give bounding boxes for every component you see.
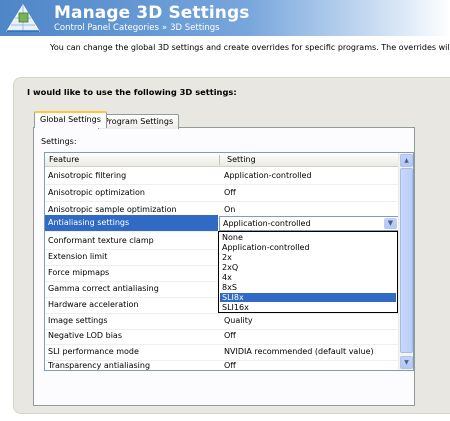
feature-cell: Conformant texture clamp: [48, 236, 154, 245]
header-banner: Manage 3D Settings Control Panel Categor…: [0, 0, 450, 36]
feature-cell: Gamma correct antialiasing: [48, 284, 159, 293]
setting-cell: Off: [224, 188, 236, 197]
setting-cell: Quality: [224, 316, 253, 325]
dropdown-option-8xs[interactable]: 8xS: [220, 283, 396, 292]
table-row[interactable]: Transparency antialiasing Off: [45, 358, 399, 370]
antialiasing-options-dropdown: None Application-controlled 2x 2xQ 4x 8x…: [218, 231, 398, 313]
dropdown-option-none[interactable]: None: [220, 233, 396, 242]
setting-cell: NVIDIA recommended (default value): [224, 347, 374, 356]
feature-cell: Anisotropic optimization: [48, 188, 145, 197]
table-row-selected[interactable]: Antialiasing settings Application-contro…: [45, 215, 399, 232]
antialiasing-setting-combobox[interactable]: Application-controlled ▼: [219, 216, 399, 231]
breadcrumb-item-categories[interactable]: Control Panel Categories: [54, 23, 159, 33]
setting-cell: Off: [224, 361, 236, 370]
tab-program-settings[interactable]: Program Settings: [98, 114, 180, 129]
table-row[interactable]: Negative LOD bias Off: [45, 328, 399, 345]
column-header-feature[interactable]: Feature: [49, 155, 79, 164]
vertical-scrollbar[interactable]: ▲ ▼: [398, 153, 413, 370]
table-row[interactable]: Anisotropic filtering Application-contro…: [45, 168, 399, 185]
tab-global-settings[interactable]: Global Settings: [34, 111, 107, 128]
breadcrumb: Control Panel Categories» 3D Settings: [54, 23, 220, 33]
dropdown-option-sli16x[interactable]: SLI16x: [220, 303, 396, 312]
table-row[interactable]: Anisotropic optimization Off: [45, 185, 399, 202]
setting-cell: Application-controlled: [224, 171, 312, 180]
feature-cell: SLI performance mode: [48, 347, 139, 356]
table-header: Feature Setting: [45, 153, 399, 167]
feature-cell: Anisotropic filtering: [48, 171, 127, 180]
column-header-setting[interactable]: Setting: [227, 155, 256, 164]
scrollbar-thumb[interactable]: [400, 168, 413, 353]
scroll-up-arrow-icon[interactable]: ▲: [400, 154, 413, 167]
setting-cell: On: [224, 205, 236, 214]
settings-label: Settings:: [41, 137, 77, 146]
dropdown-option-2xq[interactable]: 2xQ: [220, 263, 396, 272]
feature-cell: Image settings: [48, 316, 108, 325]
feature-cell: Anisotropic sample optimization: [48, 205, 177, 214]
breadcrumb-separator: »: [161, 23, 168, 33]
feature-cell: Hardware acceleration: [48, 300, 139, 309]
breadcrumb-item-3d-settings: 3D Settings: [170, 23, 220, 33]
feature-cell: Extension limit: [48, 252, 108, 261]
column-divider[interactable]: [219, 155, 220, 165]
dropdown-option-4x[interactable]: 4x: [220, 273, 396, 282]
feature-cell: Negative LOD bias: [48, 331, 122, 340]
dropdown-option-2x[interactable]: 2x: [220, 253, 396, 262]
setting-cell: Off: [224, 331, 236, 340]
scroll-down-arrow-icon[interactable]: ▼: [400, 356, 413, 369]
chevron-down-icon[interactable]: ▼: [384, 218, 397, 229]
combobox-value: Application-controlled: [223, 219, 311, 228]
nvidia-3d-settings-icon: [6, 4, 40, 32]
feature-cell: Force mipmaps: [48, 268, 110, 277]
page-description: You can change the global 3D settings an…: [50, 43, 450, 52]
dropdown-option-application-controlled[interactable]: Application-controlled: [220, 243, 396, 252]
panel-heading: I would like to use the following 3D set…: [27, 87, 237, 97]
feature-cell: Transparency antialiasing: [48, 361, 151, 370]
dropdown-option-sli8x[interactable]: SLI8x: [220, 293, 396, 302]
page-title: Manage 3D Settings: [54, 3, 250, 23]
feature-cell: Antialiasing settings: [48, 218, 130, 227]
